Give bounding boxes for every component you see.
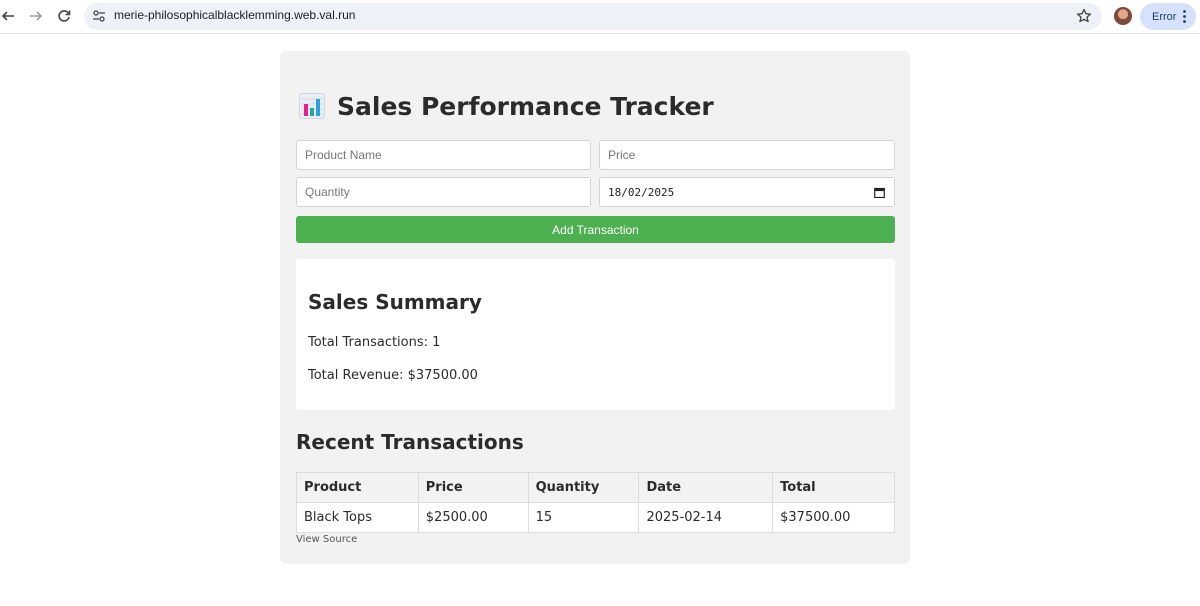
table-row: Black Tops $2500.00 15 2025-02-14 $37500… xyxy=(296,502,895,533)
profile-avatar[interactable] xyxy=(1114,7,1132,25)
app-container: Sales Performance Tracker Product Name P… xyxy=(280,51,910,564)
add-transaction-button[interactable]: Add Transaction xyxy=(296,216,895,243)
date-value: 18/02/2025 xyxy=(608,185,675,199)
column-header-date: Date xyxy=(638,472,774,503)
column-header-price: Price xyxy=(417,472,529,503)
total-revenue: Total Revenue: $37500.00 xyxy=(308,368,478,383)
summary-heading: Sales Summary xyxy=(308,290,482,314)
cell-date: 2025-02-14 xyxy=(638,502,774,533)
transactions-table: Product Price Quantity Date Total Black … xyxy=(296,472,895,533)
forward-button[interactable] xyxy=(26,6,46,26)
column-header-quantity: Quantity xyxy=(527,472,640,503)
error-label: Error xyxy=(1152,10,1177,23)
page-title: Sales Performance Tracker xyxy=(337,91,714,121)
url-text: merie-philosophicalblacklemming.web.val.… xyxy=(114,8,356,22)
quantity-input[interactable]: Quantity xyxy=(296,177,591,207)
header: Sales Performance Tracker xyxy=(299,89,714,123)
view-source-link[interactable]: View Source xyxy=(296,534,357,545)
arrow-right-icon xyxy=(30,11,43,21)
sales-summary-card: Sales Summary Total Transactions: 1 Tota… xyxy=(296,259,895,410)
bar-chart-icon xyxy=(299,93,325,119)
tune-icon[interactable] xyxy=(92,9,106,23)
address-bar[interactable]: merie-philosophicalblacklemming.web.val.… xyxy=(84,3,1102,30)
product-name-input[interactable]: Product Name xyxy=(296,140,591,170)
browser-toolbar: merie-philosophicalblacklemming.web.val.… xyxy=(0,0,1200,34)
reload-button[interactable] xyxy=(54,6,74,26)
cell-total: $37500.00 xyxy=(772,502,895,533)
table-header-row: Product Price Quantity Date Total xyxy=(296,472,895,503)
star-icon[interactable] xyxy=(1076,8,1092,24)
back-button[interactable] xyxy=(0,6,18,26)
arrow-left-icon xyxy=(1,11,14,21)
error-menu-button[interactable]: Error xyxy=(1140,3,1196,30)
column-header-total: Total xyxy=(772,472,895,503)
column-header-product: Product xyxy=(296,472,419,503)
price-input[interactable]: Price xyxy=(599,140,895,170)
date-input[interactable]: 18/02/2025 xyxy=(599,177,895,207)
cell-price: $2500.00 xyxy=(417,502,529,533)
more-vert-icon xyxy=(1183,10,1186,23)
total-transactions: Total Transactions: 1 xyxy=(308,335,441,350)
cell-product: Black Tops xyxy=(296,502,419,533)
calendar-icon[interactable] xyxy=(874,187,885,198)
reload-icon xyxy=(58,10,71,22)
cell-quantity: 15 xyxy=(527,502,640,533)
recent-transactions-heading: Recent Transactions xyxy=(296,430,524,454)
